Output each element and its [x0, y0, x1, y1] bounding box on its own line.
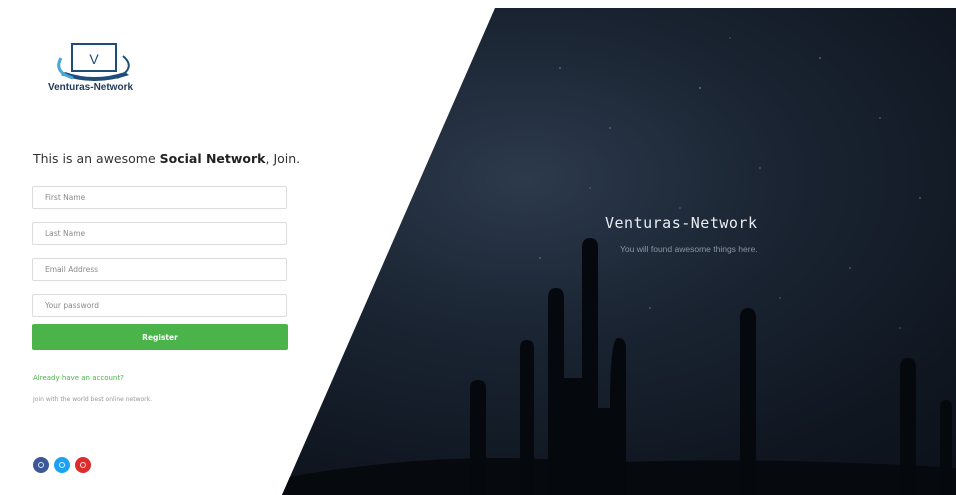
last-name-input[interactable] [32, 222, 287, 245]
logo-letter: V [89, 51, 99, 67]
laptop-logo-icon: V [57, 43, 130, 81]
password-input[interactable] [32, 294, 287, 317]
facebook-icon[interactable] [33, 457, 49, 473]
google-plus-icon[interactable] [75, 457, 91, 473]
hero-title: Venturas-Network [605, 214, 758, 232]
have-account-link[interactable]: Already have an account? [33, 374, 124, 382]
tagline-bold: Social Network [159, 151, 266, 166]
brand-name: Venturas-Network [48, 82, 134, 93]
join-text: Join with the world best online network. [33, 396, 153, 403]
first-name-input[interactable] [32, 186, 287, 209]
tagline: This is an awesome Social Network, Join. [33, 151, 300, 166]
register-button[interactable]: Register [32, 324, 288, 350]
email-input[interactable] [32, 258, 287, 281]
twitter-icon[interactable] [54, 457, 70, 473]
hero-subtitle: You will found awesome things here. [620, 244, 758, 254]
tagline-suffix: , Join. [265, 151, 301, 166]
tagline-prefix: This is an awesome [33, 151, 160, 166]
